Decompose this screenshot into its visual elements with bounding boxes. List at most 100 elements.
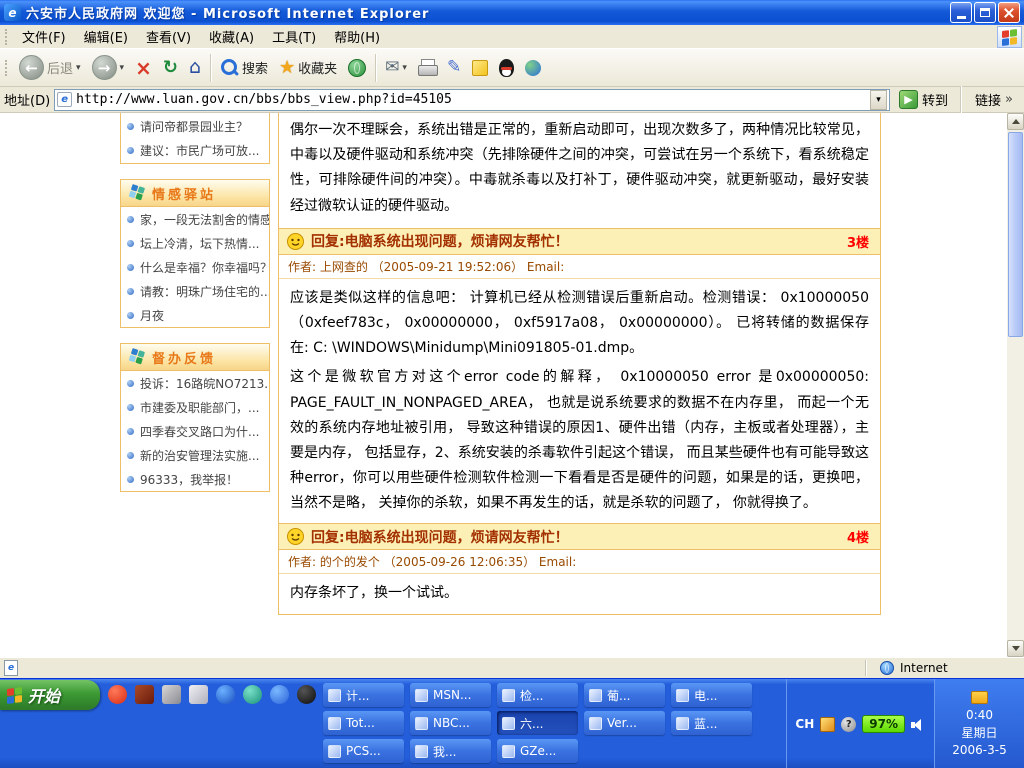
clock-weekday: 星期日	[961, 724, 997, 741]
post-paragraph: 应该是类似这样的信息吧： 计算机已经从检测错误后重新启动。检测错误： 0x100…	[290, 286, 869, 362]
volume-speaker-icon[interactable]	[911, 717, 926, 732]
page-done-icon: e	[4, 660, 18, 676]
start-button[interactable]: 开始	[0, 680, 100, 710]
discuss-notes-icon	[472, 60, 488, 76]
vertical-scrollbar[interactable]	[1007, 113, 1024, 657]
media-button[interactable]	[343, 52, 371, 84]
sidebar-topic-link[interactable]: 新的治安管理法实施...	[121, 443, 269, 467]
links-toolbar[interactable]: 链接 »	[968, 90, 1020, 109]
task-button-active[interactable]: 六...	[497, 711, 578, 735]
quicklaunch-app-icon-3[interactable]	[162, 685, 181, 704]
task-button[interactable]: Tot...	[323, 711, 404, 735]
sidebar-topic-link[interactable]: 坛上冷清，坛下热情...	[121, 231, 269, 255]
favorites-button[interactable]: ★ 收藏夹	[274, 52, 342, 84]
task-button[interactable]: Ver...	[584, 711, 665, 735]
menu-file[interactable]: 文件(F)	[13, 24, 75, 49]
messenger-button[interactable]	[520, 52, 546, 84]
task-button[interactable]: 蓝...	[671, 711, 752, 735]
task-button[interactable]: MSN...	[410, 683, 491, 707]
task-button[interactable]: 葡...	[584, 683, 665, 707]
stop-button[interactable]: ×	[130, 52, 157, 84]
task-button[interactable]: 检...	[497, 683, 578, 707]
toolbar-grip	[5, 29, 10, 45]
standard-buttons-toolbar: ← 后退 ▾ → ▾ × ↻ ⌂ 搜索 ★ 收藏夹 ✉ ▾ ✎	[0, 49, 1024, 87]
task-button-label: 我...	[433, 743, 456, 760]
bullet-icon	[127, 404, 134, 411]
mail-dropdown-icon[interactable]: ▾	[402, 63, 407, 73]
sidebar-topic-link[interactable]: 月夜	[121, 303, 269, 327]
sidebar-topic-link[interactable]: 什么是幸福？你幸福吗？	[121, 255, 269, 279]
smiley-icon	[287, 528, 304, 545]
browser-viewport: 请问帝都景园业主？ 建议：市民广场可放... 情感驿站 家，一段无法割舍的情感 …	[0, 113, 1024, 657]
home-button[interactable]: ⌂	[184, 52, 206, 84]
edit-button[interactable]: ✎	[442, 52, 466, 84]
menu-view[interactable]: 查看(V)	[137, 24, 200, 49]
internet-explorer-icon[interactable]	[270, 685, 289, 704]
sidebar-topic-link[interactable]: 建议：市民广场可放...	[121, 138, 269, 162]
quicklaunch-app-icon-6[interactable]	[243, 685, 262, 704]
battery-percent-badge[interactable]: 97%	[862, 715, 905, 733]
address-dropdown-button[interactable]: ▾	[870, 90, 887, 110]
task-button[interactable]: 电...	[671, 683, 752, 707]
links-label: 链接	[975, 90, 1001, 109]
tray-app-icon-1[interactable]	[820, 717, 835, 732]
refresh-button[interactable]: ↻	[158, 52, 183, 84]
go-button[interactable]: ▶ 转到	[894, 90, 953, 109]
minimize-button[interactable]	[950, 2, 972, 23]
scrollbar-thumb[interactable]	[1008, 132, 1023, 337]
app-icon	[415, 745, 428, 758]
floor-badge: 4楼	[847, 527, 872, 546]
search-button[interactable]: 搜索	[215, 52, 273, 84]
task-button[interactable]: PCS...	[323, 739, 404, 763]
mail-button[interactable]: ✉ ▾	[380, 52, 412, 84]
task-button[interactable]: GZe...	[497, 739, 578, 763]
reply-title: 回复:电脑系统出现问题，烦请网友帮忙！	[311, 231, 840, 251]
menu-favorites[interactable]: 收藏(A)	[200, 24, 263, 49]
task-button[interactable]: 计...	[323, 683, 404, 707]
address-input[interactable]	[76, 92, 866, 107]
internet-zone-label: Internet	[900, 661, 948, 675]
back-button[interactable]: ← 后退 ▾	[14, 52, 86, 84]
window-title: 六安市人民政府网 欢迎您 - Microsoft Internet Explor…	[26, 3, 945, 22]
sidebar-topic-link[interactable]: 96333，我举报！	[121, 467, 269, 491]
forward-dropdown-icon[interactable]: ▾	[120, 63, 125, 73]
chevron-overflow-icon[interactable]: »	[1005, 92, 1013, 107]
tray-help-icon[interactable]: ?	[841, 717, 856, 732]
forward-button[interactable]: → ▾	[87, 52, 130, 84]
maximize-button[interactable]	[974, 2, 996, 23]
sidebar-topic-link[interactable]: 投诉：16路皖NO7213...	[121, 371, 269, 395]
address-field: e ▾	[54, 89, 890, 111]
discuss-button[interactable]	[467, 52, 493, 84]
input-method-indicator[interactable]: CH	[795, 717, 814, 731]
quicklaunch-app-icon-1[interactable]	[108, 685, 127, 704]
sidebar-topic-link[interactable]: 家，一段无法割舍的情感	[121, 207, 269, 231]
close-icon	[1003, 7, 1015, 19]
app-icon	[589, 717, 602, 730]
topic-label: 请教：明珠广场住宅的...	[140, 283, 269, 300]
bullet-icon	[127, 147, 134, 154]
post-body-text: 内存条坏了，换一个试试。	[279, 574, 880, 613]
menu-help[interactable]: 帮助(H)	[325, 24, 389, 49]
task-button[interactable]: NBC...	[410, 711, 491, 735]
menu-tools[interactable]: 工具(T)	[263, 24, 325, 49]
sidebar-topic-link[interactable]: 市建委及职能部门，...	[121, 395, 269, 419]
qq-icon[interactable]	[297, 685, 316, 704]
menu-edit[interactable]: 编辑(E)	[75, 24, 137, 49]
qq-button[interactable]	[494, 52, 519, 84]
sidebar-topic-link[interactable]: 请问帝都景园业主？	[121, 114, 269, 138]
clock-panel[interactable]: 0:40 星期日 2006-3-5	[934, 679, 1024, 768]
print-button[interactable]	[413, 52, 441, 84]
quicklaunch-app-icon-2[interactable]	[135, 685, 154, 704]
sidebar-topic-link[interactable]: 请教：明珠广场住宅的...	[121, 279, 269, 303]
back-dropdown-icon[interactable]: ▾	[76, 63, 81, 73]
task-button-label: 六...	[520, 715, 543, 732]
task-button[interactable]: 我...	[410, 739, 491, 763]
address-bar: 地址(D) e ▾ ▶ 转到 链接 »	[0, 87, 1024, 113]
reply-header-3: 回复:电脑系统出现问题，烦请网友帮忙！ 3楼	[279, 228, 880, 255]
close-button[interactable]	[998, 2, 1020, 23]
scroll-up-button[interactable]	[1007, 113, 1024, 130]
quicklaunch-app-icon-4[interactable]	[189, 685, 208, 704]
scroll-down-button[interactable]	[1007, 640, 1024, 657]
quicklaunch-app-icon-5[interactable]	[216, 685, 235, 704]
sidebar-topic-link[interactable]: 四季春交叉路口为什...	[121, 419, 269, 443]
